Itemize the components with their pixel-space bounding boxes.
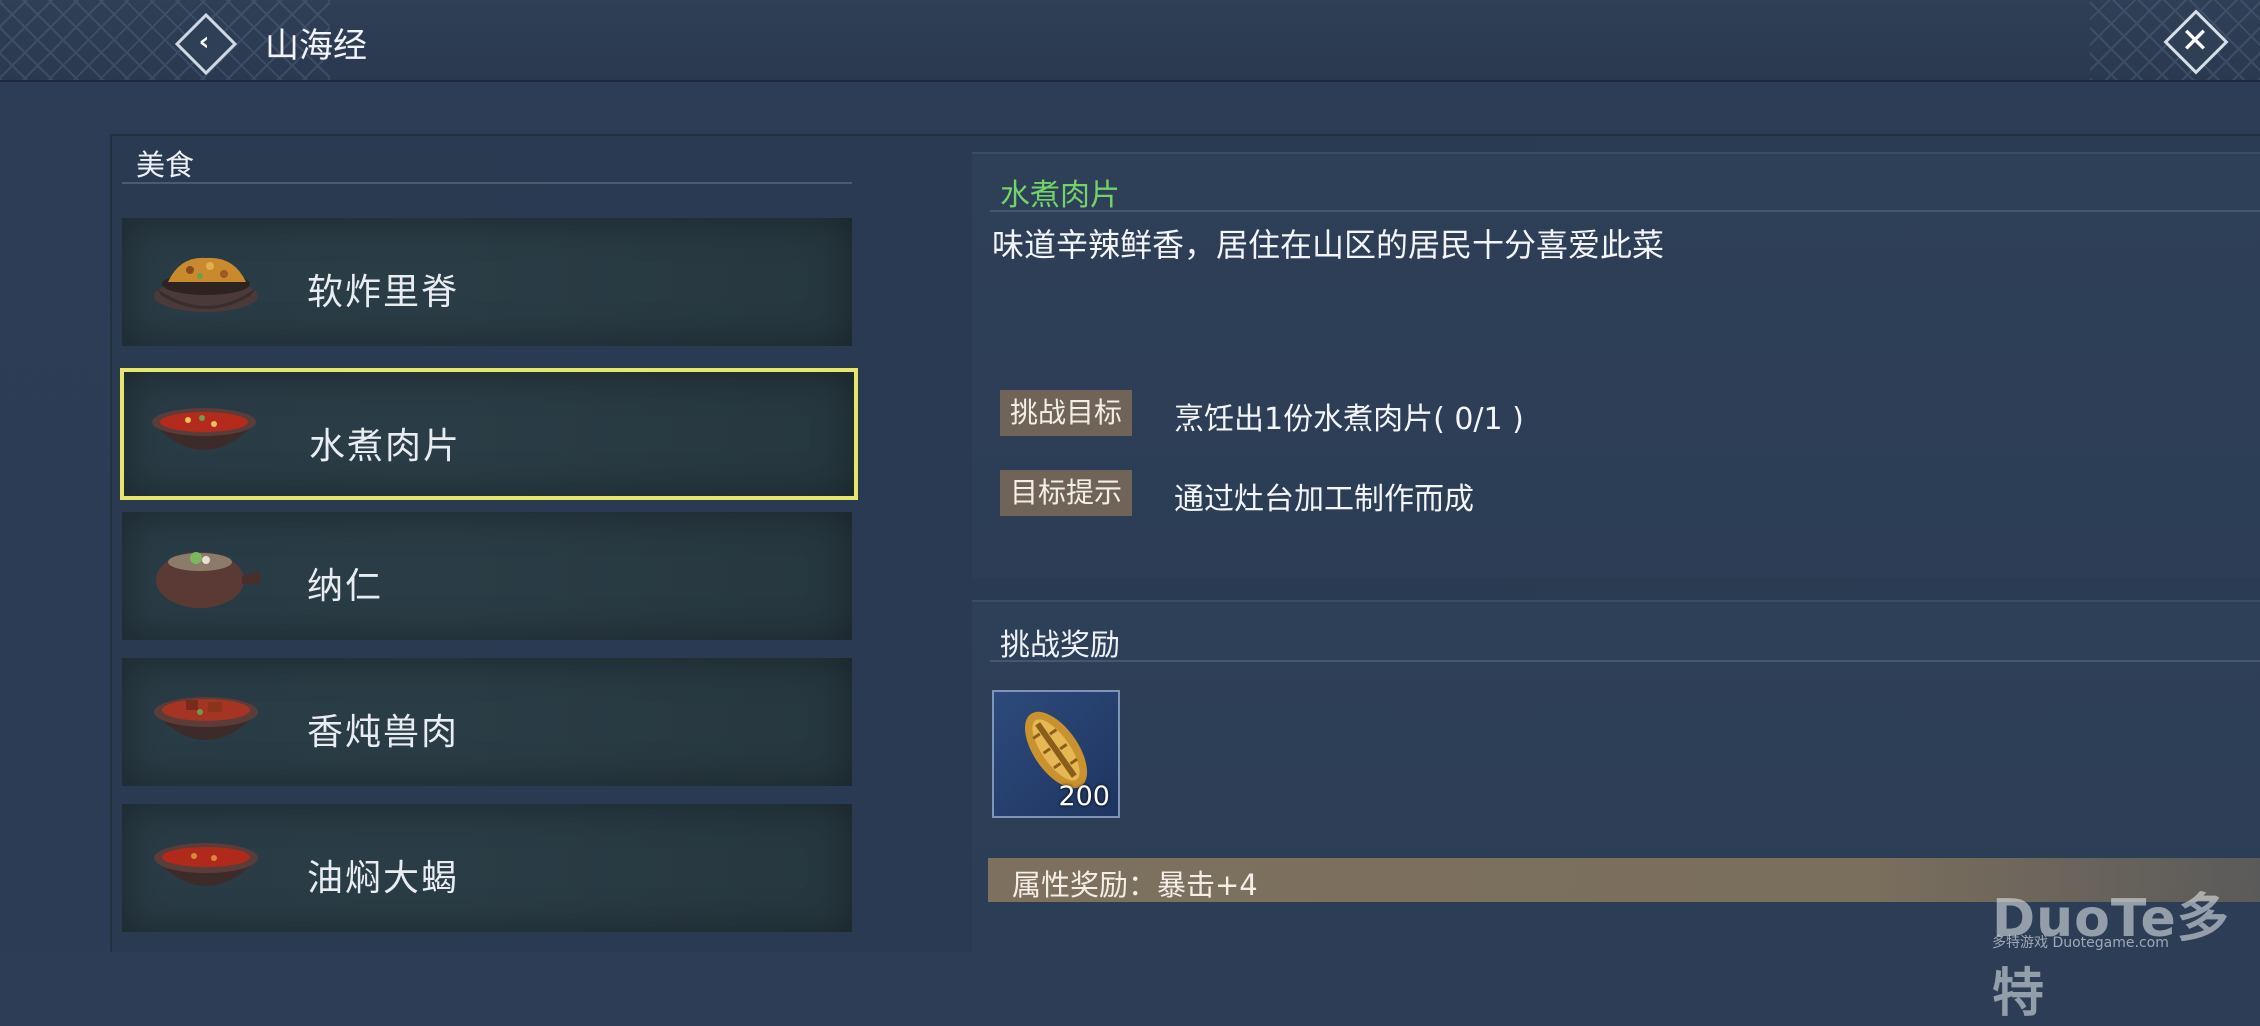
fried-tenderloin-bowl-icon	[154, 257, 258, 312]
dish-label: 纳仁	[307, 566, 384, 607]
category-title: 美食	[136, 148, 195, 182]
watermark-sub: 多特游戏 Duotegame.com	[1992, 935, 2169, 951]
braised-scorpion-bowl-icon	[154, 843, 258, 886]
hint-text: 通过灶台加工制作而成	[1174, 482, 1474, 517]
reward-item-slot[interactable]: 200	[992, 690, 1120, 818]
back-button[interactable]: ‹	[174, 12, 238, 76]
dish-label: 软炸里脊	[307, 272, 460, 313]
dish-item-xiangdunshourou[interactable]: 香炖兽肉	[122, 658, 852, 786]
dish-description: 味道辛辣鲜香，居住在山区的居民十分喜爱此菜	[992, 226, 1665, 264]
goal-tag: 挑战目标	[1000, 390, 1133, 436]
close-x-icon: ✕	[2180, 21, 2210, 61]
dish-item-shuizhuroupian[interactable]: 水煮肉片	[120, 368, 858, 500]
page-title: 山海经	[265, 26, 367, 66]
dish-item-ruanzhaliji[interactable]: 软炸里脊	[122, 218, 852, 346]
rewards-title: 挑战奖励	[1000, 628, 1120, 663]
detail-panel	[972, 152, 2260, 578]
chevron-left-icon: ‹	[198, 27, 210, 57]
naren-pot-icon	[156, 552, 260, 608]
divider	[990, 210, 2260, 212]
goal-text: 烹饪出1份水煮肉片( 0/1 )	[1174, 402, 1524, 437]
dish-item-youmendaxie[interactable]: 油焖大蝎	[122, 804, 852, 932]
dish-label: 香炖兽肉	[307, 712, 460, 753]
boiled-pork-bowl-icon	[152, 408, 256, 450]
selected-dish-name: 水煮肉片	[1000, 178, 1120, 213]
dish-item-naren[interactable]: 纳仁	[122, 512, 852, 640]
stewed-meat-bowl-icon	[154, 697, 258, 740]
hint-tag: 目标提示	[1000, 470, 1133, 516]
divider	[990, 660, 2260, 662]
close-button[interactable]: ✕	[2163, 9, 2229, 75]
reward-count: 200	[1058, 781, 1110, 812]
dish-label: 水煮肉片	[309, 426, 462, 467]
divider	[122, 182, 852, 184]
watermark-logo: DuoTe多特 多特游戏 Duotegame.com	[1992, 876, 2260, 1024]
attribute-reward-text: 属性奖励：暴击+4	[1012, 868, 1258, 902]
dish-label: 油焖大蝎	[307, 858, 460, 899]
